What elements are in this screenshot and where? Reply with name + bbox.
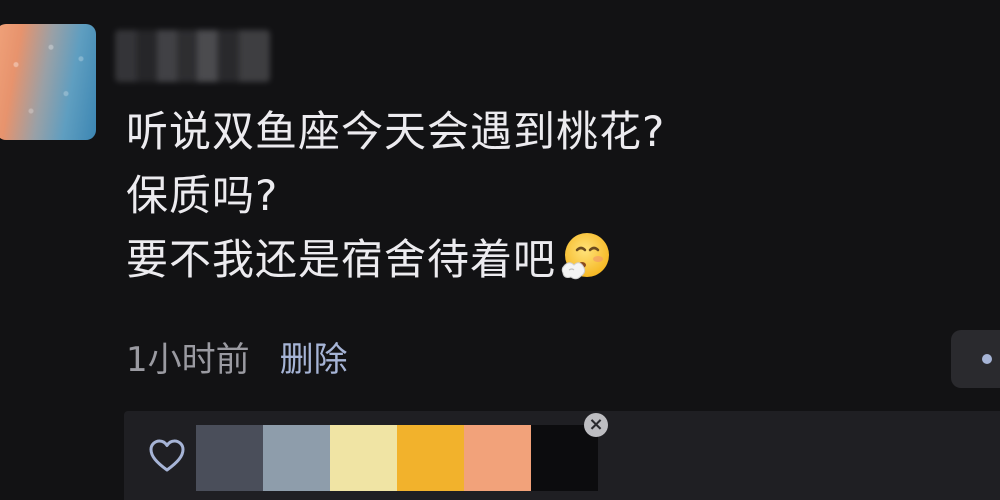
delete-button[interactable]: 删除 <box>280 340 348 380</box>
timestamp: 1小时前 <box>126 340 250 380</box>
color-swatch-4[interactable] <box>397 425 464 491</box>
comment-line-2: 保质吗? <box>126 171 279 220</box>
close-icon[interactable]: × <box>584 413 608 437</box>
color-swatch-2[interactable] <box>263 425 330 491</box>
heart-outline-icon[interactable] <box>148 437 186 475</box>
avatar[interactable] <box>0 24 96 140</box>
more-button[interactable] <box>951 330 1000 388</box>
color-swatch-1[interactable] <box>196 425 263 491</box>
comment-meta: 1小时前 删除 <box>126 336 348 384</box>
comment-body: 听说双鱼座今天会遇到桃花? 保质吗? 要不我还是宿舍待着吧 <box>126 100 665 300</box>
dot-menu-icon <box>982 354 992 364</box>
comment-line-3: 要不我还是宿舍待着吧 <box>126 228 665 300</box>
username-blurred[interactable] <box>115 30 270 82</box>
comment-screen: 听说双鱼座今天会遇到桃花? 保质吗? 要不我还是宿舍待着吧 1小时前 删除 × <box>0 0 1000 500</box>
color-swatch-5[interactable] <box>464 425 531 491</box>
sick-face-emoji-icon <box>560 230 612 300</box>
comment-line-3-text: 要不我还是宿舍待着吧 <box>126 235 557 284</box>
comment-line-1: 听说双鱼座今天会遇到桃花? <box>126 107 666 156</box>
color-swatch-3[interactable] <box>330 425 397 491</box>
color-palette <box>196 425 598 491</box>
